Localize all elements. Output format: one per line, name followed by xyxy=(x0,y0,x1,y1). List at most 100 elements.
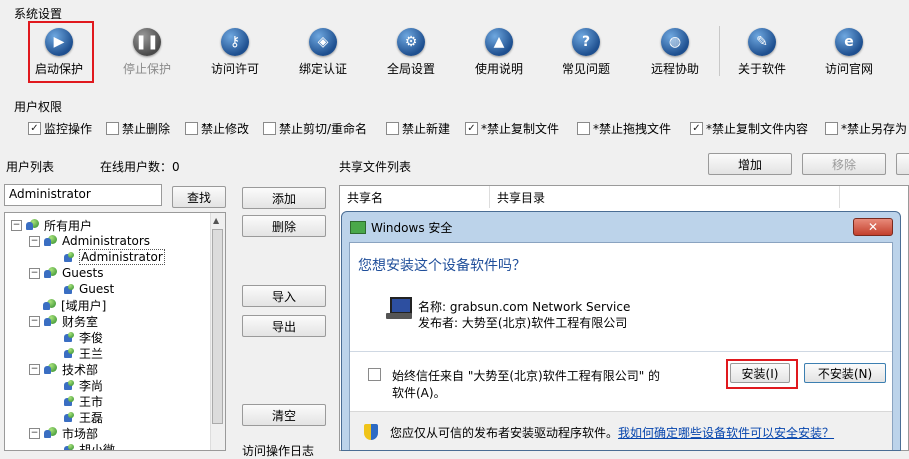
toolbar-button-3[interactable]: ◈ 绑定认证 xyxy=(284,24,362,80)
user-group-icon xyxy=(26,219,40,231)
always-trust-label: 始终信任来自 "大势至(北京)软件工程有限公司" 的 xyxy=(392,369,661,383)
permission-label: 禁止删除 xyxy=(122,122,171,136)
column-share-dir[interactable]: 共享目录 xyxy=(490,186,840,208)
tree-node-label: 王兰 xyxy=(79,346,104,361)
tree-node[interactable]: − 所有用户 xyxy=(11,217,92,233)
dont-install-button[interactable]: 不安装(N) xyxy=(804,363,886,383)
checkmark-icon[interactable]: ✓ xyxy=(690,122,703,135)
toolbar-label: 绑定认证 xyxy=(298,62,347,76)
tree-node[interactable]: Guest xyxy=(47,281,114,297)
extra-share-button[interactable] xyxy=(896,153,909,175)
add-share-button[interactable]: 增加 xyxy=(708,153,792,175)
always-trust-checkbox[interactable] xyxy=(368,368,381,381)
computer-icon xyxy=(386,297,412,321)
collapse-icon[interactable]: − xyxy=(11,219,22,231)
user-list-title: 用户列表 xyxy=(6,160,55,174)
collapse-icon[interactable]: − xyxy=(29,427,40,439)
permission-checkbox-5[interactable]: ✓ *禁止复制文件 xyxy=(465,120,559,137)
toolbar-button-6[interactable]: ? 常见问题 xyxy=(547,24,625,80)
clear-button[interactable]: 清空 xyxy=(242,404,326,426)
collapse-icon[interactable]: − xyxy=(29,267,40,279)
permission-checkbox-0[interactable]: ✓ 监控操作 xyxy=(28,120,92,137)
safe-install-help-link[interactable]: 我如何确定哪些设备软件可以安全安装？ xyxy=(618,426,834,440)
toolbar-button-5[interactable]: ▲ 使用说明 xyxy=(460,24,538,80)
scroll-thumb[interactable] xyxy=(212,229,223,424)
tree-node[interactable]: 胡小微 xyxy=(47,441,116,451)
tree-node[interactable]: 王兰 xyxy=(47,345,103,361)
checkmark-icon[interactable]: ✓ xyxy=(465,122,478,135)
user-icon xyxy=(61,379,75,391)
toolbar-separator xyxy=(719,26,720,76)
user-search-input[interactable]: Administrator xyxy=(4,184,162,206)
gear-icon: ⚙ xyxy=(397,28,425,56)
toolbar-label: 访问官网 xyxy=(824,62,873,76)
install-button[interactable]: 安装(I) xyxy=(730,363,790,383)
permission-checkbox-2[interactable]: 禁止修改 xyxy=(185,120,249,137)
checkbox-box[interactable] xyxy=(106,122,119,135)
online-users-count: 在线用户数：0 xyxy=(100,160,180,174)
add-user-button[interactable]: 添加 xyxy=(242,187,326,209)
permission-checkbox-3[interactable]: 禁止剪切/重命名 xyxy=(263,120,367,137)
tree-node[interactable]: − 财务室 xyxy=(29,313,98,329)
import-button[interactable]: 导入 xyxy=(242,285,326,307)
notepad-icon: ✎ xyxy=(748,28,776,56)
collapse-icon[interactable]: − xyxy=(29,363,40,375)
toolbar-button-7[interactable]: ◍ 远程协助 xyxy=(636,24,714,80)
tree-node[interactable]: 王市 xyxy=(47,393,103,409)
delete-user-button[interactable]: 删除 xyxy=(242,215,326,237)
user-group-icon xyxy=(44,267,58,279)
collapse-icon[interactable]: − xyxy=(29,235,40,247)
permission-label: 禁止剪切/重命名 xyxy=(279,122,368,136)
toolbar-button-9[interactable]: e 访问官网 xyxy=(810,24,888,80)
remove-share-button[interactable]: 移除 xyxy=(802,153,886,175)
permission-checkbox-6[interactable]: *禁止拖拽文件 xyxy=(577,120,671,137)
graduation-cap-icon: ▲ xyxy=(485,28,513,56)
user-icon xyxy=(61,443,75,450)
checkbox-box[interactable] xyxy=(185,122,198,135)
checkbox-box[interactable] xyxy=(386,122,399,135)
tree-node[interactable]: 李尚 xyxy=(47,377,103,393)
checkbox-box[interactable] xyxy=(825,122,838,135)
tree-node-label: 胡小微 xyxy=(79,442,116,451)
checkbox-box[interactable] xyxy=(577,122,590,135)
tree-node[interactable]: Administrator xyxy=(47,249,165,265)
scroll-up-icon[interactable]: ▲ xyxy=(213,216,219,225)
question-icon: ? xyxy=(572,28,600,56)
close-icon: ✕ xyxy=(867,220,879,234)
user-group-icon xyxy=(44,427,58,439)
permission-checkbox-7[interactable]: ✓ *禁止复制文件内容 xyxy=(690,120,808,137)
column-share-name[interactable]: 共享名 xyxy=(340,186,490,208)
tree-node-label: Administrator xyxy=(79,249,165,265)
user-group-icon xyxy=(44,235,58,247)
windows-security-dialog: Windows 安全 ✕ 您想安装这个设备软件吗？ 名称: grabsun.co… xyxy=(341,211,901,451)
tree-node[interactable]: − 市场部 xyxy=(29,425,98,441)
dialog-close-button[interactable]: ✕ xyxy=(853,218,893,236)
permission-checkbox-8[interactable]: *禁止另存为 xyxy=(825,120,907,137)
collapse-icon[interactable]: − xyxy=(29,315,40,327)
user-tree[interactable]: − 所有用户 − Administrators Administrator − Guests… xyxy=(4,212,226,451)
toolbar-button-2[interactable]: ⚷ 访问许可 xyxy=(196,24,274,80)
software-publisher: 发布者: 大势至(北京)软件工程有限公司 xyxy=(418,316,628,330)
tree-node[interactable]: − Guests xyxy=(29,265,104,281)
user-icon xyxy=(61,251,75,263)
dialog-footer: 您应仅从可信的发布者安装驱动程序软件。我如何确定哪些设备软件可以安全安装？ xyxy=(350,411,892,450)
tree-node[interactable]: − Administrators xyxy=(29,233,150,249)
toolbar-button-8[interactable]: ✎ 关于软件 xyxy=(723,24,801,80)
permission-checkbox-4[interactable]: 禁止新建 xyxy=(386,120,450,137)
tree-node[interactable]: − 技术部 xyxy=(29,361,98,377)
checkbox-box[interactable] xyxy=(263,122,276,135)
ie-icon: e xyxy=(835,28,863,56)
toolbar-button-1[interactable]: ❚❚ 停止保护 xyxy=(108,24,186,80)
toolbar-button-4[interactable]: ⚙ 全局设置 xyxy=(372,24,450,80)
dialog-body: 您想安装这个设备软件吗？ 名称: grabsun.com Network Ser… xyxy=(349,242,893,450)
permission-checkbox-1[interactable]: 禁止删除 xyxy=(106,120,170,137)
user-tree-scrollbar[interactable]: ▲ xyxy=(210,213,225,450)
tree-node[interactable]: 李俊 xyxy=(47,329,103,345)
checkmark-icon[interactable]: ✓ xyxy=(28,122,41,135)
tree-node[interactable]: [域用户] xyxy=(29,297,106,313)
export-button[interactable]: 导出 xyxy=(242,315,326,337)
tree-node-label: 王磊 xyxy=(79,410,104,425)
tree-node[interactable]: 王磊 xyxy=(47,409,103,425)
user-icon xyxy=(61,347,75,359)
find-button[interactable]: 查找 xyxy=(172,186,226,208)
